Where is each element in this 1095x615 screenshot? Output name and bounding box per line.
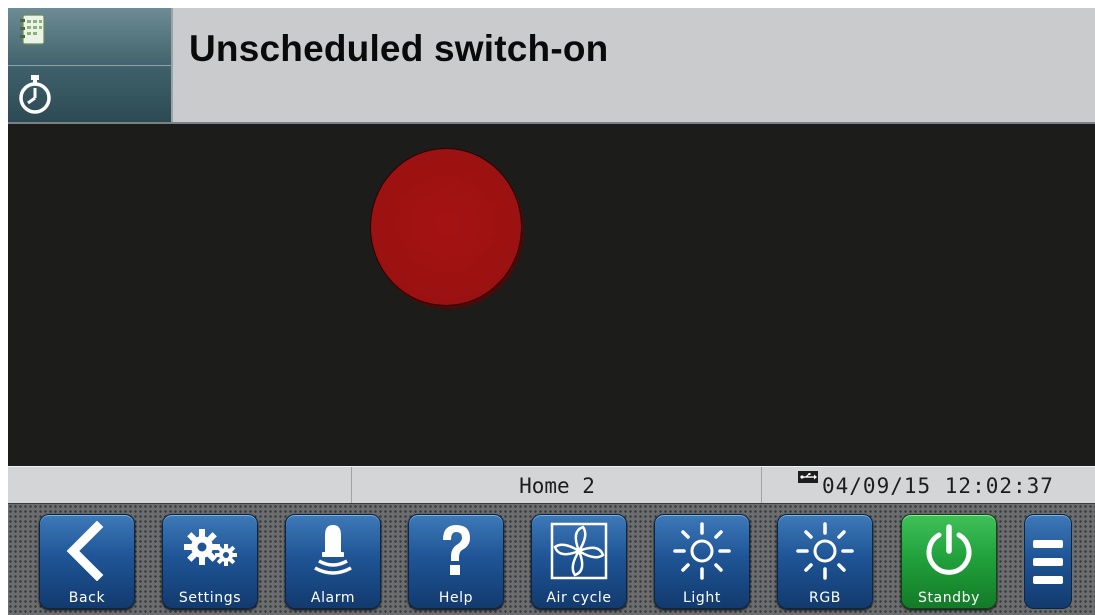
mode-panel[interactable] [8,8,173,122]
calendar-icon [20,14,45,45]
status-bar: Home 2 04/09/15 12:02:37 [8,466,1095,505]
toolbar: Back Settings Alarm Help Air cycle Light… [8,504,1095,615]
help-button[interactable]: Help [408,514,504,609]
power-icon [926,524,972,575]
alarm-button-label: Alarm [310,590,356,606]
air-cycle-button[interactable]: Air cycle [531,514,627,609]
rgb-button-label: RGB [809,590,841,606]
status-lamp[interactable] [370,148,522,306]
light-button-label: Light [683,590,721,606]
question-mark-icon [443,525,470,575]
usb-icon [798,471,818,483]
standby-button[interactable]: Standby [901,514,997,609]
gears-icon [184,529,237,566]
datetime: 04/09/15 12:02:37 [822,474,1054,498]
help-button-label: Help [438,590,474,606]
back-button-label: Back [68,590,106,606]
sun-icon [796,522,854,580]
bell-icon [314,525,352,575]
screen: Unscheduled switch-on Home 2 04/09/15 12… [8,8,1095,615]
header: Unscheduled switch-on [8,8,1095,124]
back-arrow-icon [66,521,104,581]
sun-icon [673,522,731,580]
mode-panel-divider [8,65,171,66]
back-button[interactable]: Back [39,514,135,609]
fan-icon [550,522,608,580]
alarm-button[interactable]: Alarm [285,514,381,609]
main-area [8,124,1095,466]
stopwatch-icon [19,75,51,114]
page-name: Home 2 [351,467,762,503]
settings-button[interactable]: Settings [162,514,258,609]
datetime-cell: 04/09/15 12:02:37 [761,467,1095,503]
light-button[interactable]: Light [654,514,750,609]
page-title: Unscheduled switch-on [189,28,609,69]
rgb-button[interactable]: RGB [777,514,873,609]
standby-button-label: Standby [917,590,981,606]
air-cycle-button-label: Air cycle [546,590,612,606]
menu-button[interactable] [1024,514,1072,609]
settings-button-label: Settings [178,590,242,606]
